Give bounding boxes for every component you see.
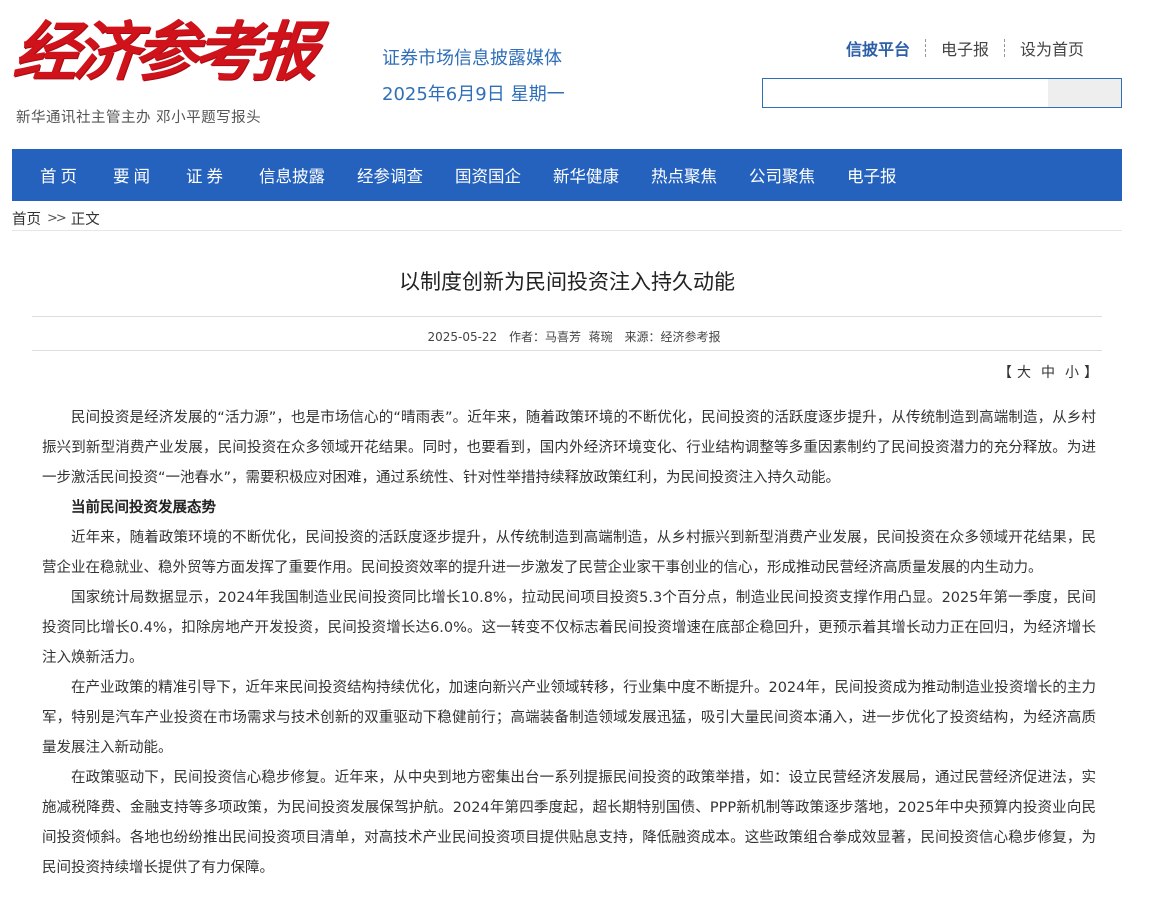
font-size-large-button[interactable]: 大 xyxy=(1017,365,1031,381)
divider xyxy=(32,316,1102,317)
nav-hot-topics[interactable]: 热点聚焦 xyxy=(651,163,717,187)
search-button[interactable] xyxy=(1048,79,1121,107)
site-header: 经济参考报 新华通讯社主管主办 邓小平题写报头 证券市场信息披露媒体 2025年… xyxy=(0,0,1170,148)
main-nav: 首页 要闻 证券 信息披露 经参调查 国资国企 新华健康 热点聚焦 公司聚焦 电… xyxy=(12,149,1122,201)
nav-disclosure[interactable]: 信息披露 xyxy=(259,163,325,187)
article-paragraph: 在政策驱动下，民间投资信心稳步修复。近年来，从中央到地方密集出台一系列提振民间投… xyxy=(42,770,1096,876)
divider xyxy=(1004,39,1006,57)
nav-soe[interactable]: 国资国企 xyxy=(455,163,521,187)
breadcrumb-arrow-icon: >> xyxy=(47,211,67,226)
nav-news[interactable]: 要闻 xyxy=(113,163,154,187)
nav-investigation[interactable]: 经参调查 xyxy=(357,163,423,187)
current-weekday: 星期一 xyxy=(510,84,565,105)
nav-e-paper[interactable]: 电子报 xyxy=(847,163,897,187)
search-input[interactable] xyxy=(763,79,1048,107)
logo-wordmark: 经济参考报 xyxy=(10,15,318,90)
article-paragraph: 在产业政策的精准引导下，近年来民间投资结构持续优化，加速向新兴产业领域转移，行业… xyxy=(42,680,1096,756)
nav-companies[interactable]: 公司聚焦 xyxy=(749,163,815,187)
breadcrumb-current: 正文 xyxy=(70,212,100,228)
bracket-close: 】 xyxy=(1084,365,1098,381)
divider xyxy=(925,39,927,57)
nav-health[interactable]: 新华健康 xyxy=(553,163,619,187)
author-label: 作者： xyxy=(509,330,546,344)
nav-home[interactable]: 首页 xyxy=(40,163,81,187)
tagline: 证券市场信息披露媒体 xyxy=(382,48,562,69)
bracket-open: 【 xyxy=(998,365,1012,381)
author-info: 作者：马喜芳 蒋琬 xyxy=(509,330,613,344)
font-size-controls: 【大中小】 xyxy=(998,362,1098,382)
current-date: 2025年6月9日 xyxy=(382,84,505,105)
breadcrumb: 首页 >> 正文 xyxy=(12,207,1122,231)
article-body: 民间投资是经济发展的“活力源”，也是市场信心的“晴雨表”。近年来，随着政策环境的… xyxy=(42,403,1096,883)
disclosure-platform-link[interactable]: 信披平台 xyxy=(846,36,910,60)
nav-securities[interactable]: 证券 xyxy=(186,163,227,187)
font-size-small-button[interactable]: 小 xyxy=(1065,365,1079,381)
publish-date: 2025-05-22 xyxy=(427,330,498,344)
source-name: 经济参考报 xyxy=(660,330,721,344)
site-logo[interactable]: 经济参考报 新华通讯社主管主办 邓小平题写报头 xyxy=(10,15,318,126)
article-paragraph: 民间投资是经济发展的“活力源”，也是市场信心的“晴雨表”。近年来，随着政策环境的… xyxy=(42,410,1096,486)
date-line: 2025年6月9日 星期一 xyxy=(382,80,571,106)
source-info: 来源：经济参考报 xyxy=(625,330,721,344)
search-box xyxy=(762,78,1122,108)
top-links: 信披平台 电子报 设为首页 xyxy=(846,37,1084,59)
article-meta: 2025-05-22 作者：马喜芳 蒋琬 来源：经济参考报 xyxy=(0,328,1148,345)
breadcrumb-home[interactable]: 首页 xyxy=(12,208,41,229)
source-label: 来源： xyxy=(624,330,661,344)
article-paragraph: 国家统计局数据显示，2024年我国制造业民间投资同比增长10.8%，拉动民间项目… xyxy=(42,590,1096,666)
section-heading: 当前民间投资发展态势 xyxy=(71,500,216,516)
divider xyxy=(32,350,1102,351)
font-size-medium-button[interactable]: 中 xyxy=(1041,365,1055,381)
set-homepage-link[interactable]: 设为首页 xyxy=(1020,36,1084,60)
article-paragraph: 近年来，随着政策环境的不断优化，民间投资的活跃度逐步提升，从传统制造到高端制造，… xyxy=(42,530,1096,576)
e-paper-link[interactable]: 电子报 xyxy=(941,36,989,60)
authors: 马喜芳 蒋琬 xyxy=(545,330,613,344)
logo-subtitle: 新华通讯社主管主办 邓小平题写报头 xyxy=(16,110,262,126)
article-title: 以制度创新为民间投资注入持久动能 xyxy=(399,270,735,294)
